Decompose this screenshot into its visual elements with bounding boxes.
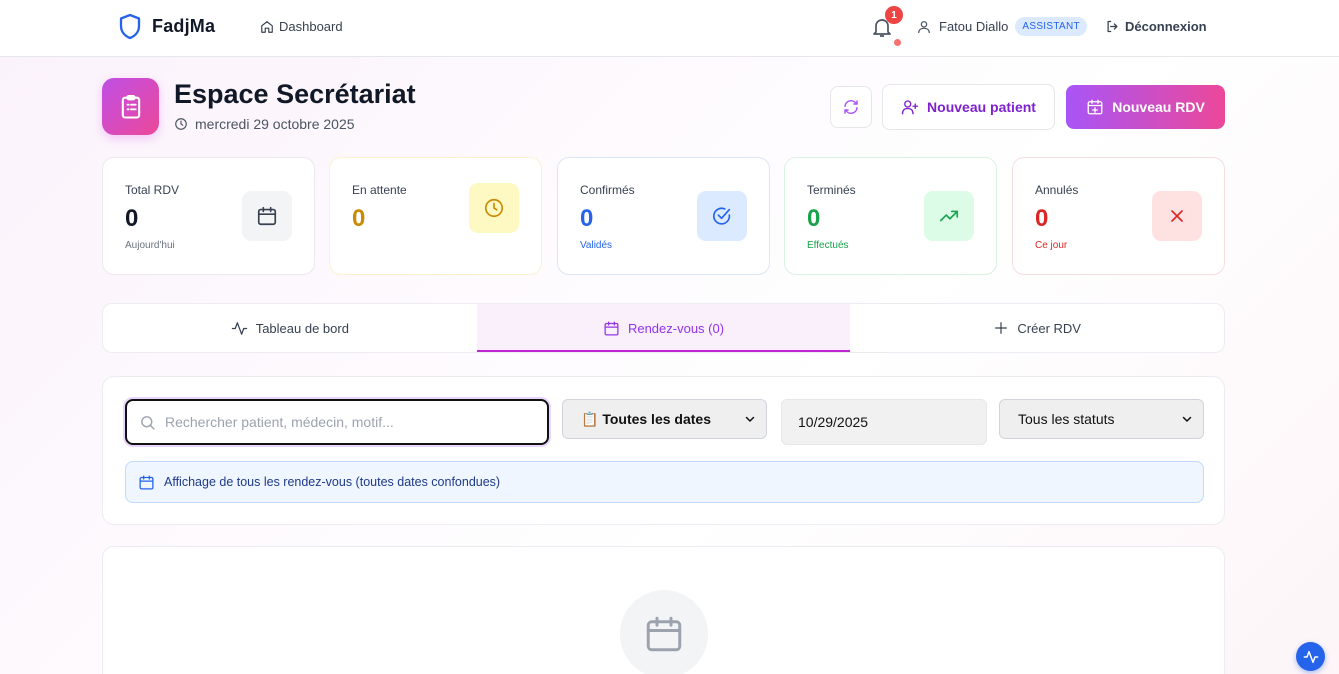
top-navbar: FadjMa Dashboard 1 Fatou Diallo ASSISTAN… [0,0,1339,57]
user-name: Fatou Diallo [939,19,1009,34]
activity-icon [1303,650,1318,663]
date-input-value: 10/29/2025 [798,414,869,430]
stat-value: 0 [1035,205,1049,232]
calendar-icon [620,590,708,674]
logout-icon [1107,20,1118,33]
stat-label: Confirmés [580,183,635,197]
filters-panel: Rechercher patient, médecin, motif... 📋 … [102,376,1225,525]
page-date: mercredi 29 octobre 2025 [174,116,355,132]
user-icon [918,20,930,33]
refresh-button[interactable] [830,86,872,128]
status-filter-value: Tous les statuts [1018,411,1115,427]
plus-icon [995,322,1008,334]
date-input[interactable]: 10/29/2025 [781,399,987,445]
dashboard-link-label: Dashboard [279,19,343,34]
stat-card-done: Terminés 0 Effectués [784,157,997,275]
chevron-down-icon [745,416,755,422]
notification-badge: 1 [885,6,903,24]
home-icon [261,20,273,33]
calendar-plus-icon [1087,99,1103,115]
stat-sub: Effectués [807,240,849,251]
calendar-icon [139,474,154,490]
brand-name: FadjMa [152,16,216,36]
stat-value: 0 [352,205,366,232]
stat-value: 0 [125,205,139,232]
stat-label: En attente [352,183,407,197]
new-rdv-button[interactable]: Nouveau RDV [1066,85,1225,129]
stat-value: 0 [807,205,821,232]
clipboard-icon [102,78,159,135]
user-plus-icon [901,100,919,115]
stat-card-confirmed: Confirmés 0 Validés [557,157,770,275]
search-icon [141,415,155,430]
tab-label: Créer RDV [1017,320,1081,336]
logout-label: Déconnexion [1125,19,1207,34]
stat-card-total: Total RDV 0 Aujourd'hui [102,157,315,275]
role-badge: ASSISTANT [1015,17,1087,36]
stat-value: 0 [580,205,594,232]
stat-label: Total RDV [125,183,180,197]
stat-label: Terminés [807,183,856,197]
new-patient-label: Nouveau patient [927,99,1036,115]
tab-dashboard[interactable]: Tableau de bord [103,304,477,352]
tab-label: Rendez-vous (0) [627,320,725,336]
stat-card-cancelled: Annulés 0 Ce jour [1012,157,1225,275]
calendar-icon [242,191,292,241]
new-patient-button[interactable]: Nouveau patient [882,84,1055,130]
activity-fab[interactable] [1296,642,1325,671]
brand[interactable]: FadjMa [118,13,215,40]
search-placeholder: Rechercher patient, médecin, motif... [165,414,394,430]
calendar-icon [604,320,619,336]
appointments-list [102,546,1225,674]
user-menu[interactable]: Fatou Diallo ASSISTANT [916,17,1087,36]
check-circle-icon [697,191,747,241]
stat-sub: Aujourd'hui [125,240,175,251]
date-filter-value: 📋 Toutes les dates [581,410,711,427]
page-date-text: mercredi 29 octobre 2025 [195,116,355,132]
notification-dot [894,39,901,46]
tab-appointments[interactable]: Rendez-vous (0) [476,304,851,352]
info-text: Affichage de tous les rendez-vous (toute… [164,475,501,489]
clock-icon [469,183,519,233]
tab-label: Tableau de bord [255,320,349,336]
tab-create-rdv[interactable]: Créer RDV [850,304,1224,352]
tab-bar: Tableau de bord Rendez-vous (0) Créer RD… [102,303,1225,353]
page-title: Espace Secrétariat [174,79,416,109]
info-banner: Affichage de tous les rendez-vous (toute… [125,461,1204,503]
stat-sub: Validés [580,240,613,251]
shield-icon [119,13,141,40]
refresh-icon [844,99,858,115]
new-rdv-label: Nouveau RDV [1112,99,1205,115]
dashboard-link[interactable]: Dashboard [260,19,343,34]
chevron-down-icon [1182,416,1192,422]
x-icon [1152,191,1202,241]
search-input[interactable]: Rechercher patient, médecin, motif... [125,399,549,445]
trend-up-icon [924,191,974,241]
stat-label: Annulés [1035,183,1079,197]
activity-icon [231,321,247,335]
stat-card-pending: En attente 0 [329,157,542,275]
status-filter-select[interactable]: Tous les statuts [999,399,1204,439]
clock-icon [175,118,187,130]
stat-sub: Ce jour [1035,240,1068,251]
date-filter-select[interactable]: 📋 Toutes les dates [562,399,767,439]
logout-button[interactable]: Déconnexion [1105,19,1207,34]
